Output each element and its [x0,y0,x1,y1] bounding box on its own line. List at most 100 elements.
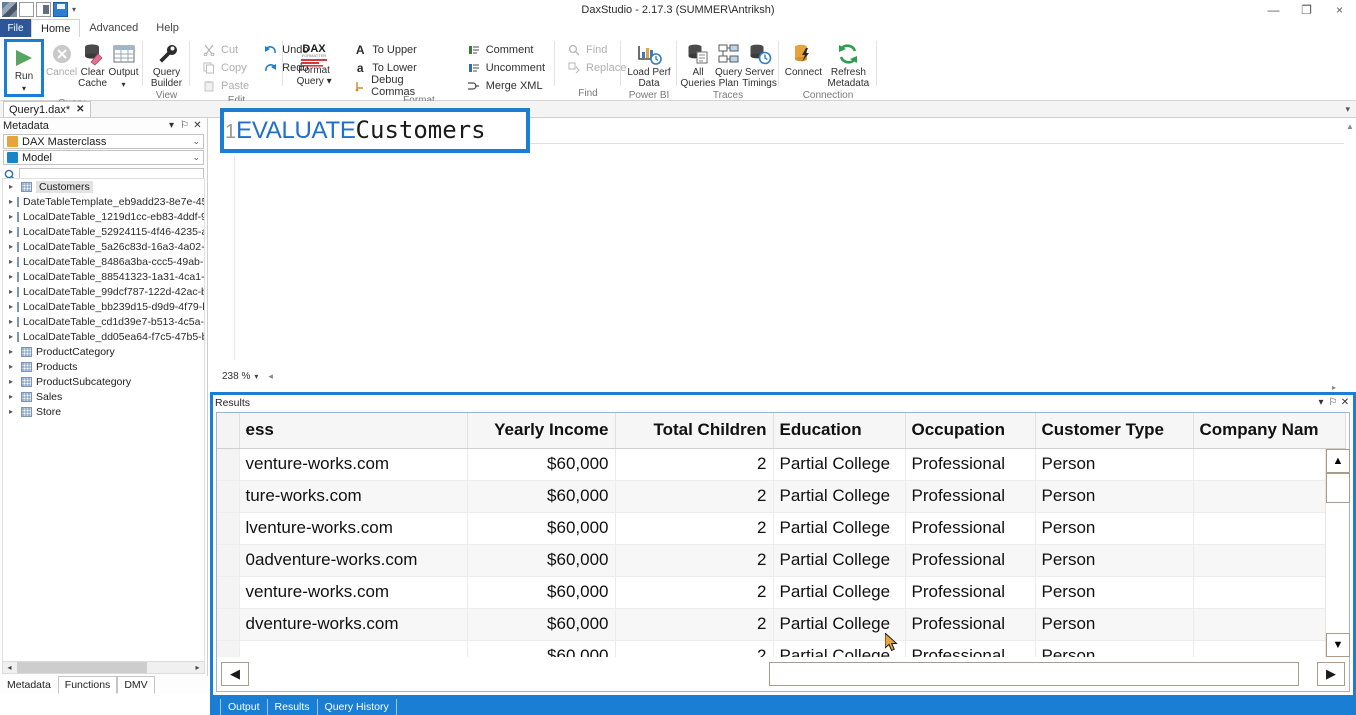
cell-education[interactable]: Partial College [773,544,906,577]
chevron-down-icon[interactable]: ⌄ [192,136,200,147]
scroll-down-button[interactable]: ▼ [1326,633,1350,657]
scroll-left-icon[interactable]: ◂ [3,663,16,672]
results-grid[interactable]: ess Yearly Income Total Children Educati… [216,412,1350,692]
format-query-button[interactable]: DAX FORMATTER Format Query ▾ [287,39,341,87]
output-button[interactable]: Output ▾ [108,39,139,90]
cell-company-name[interactable] [1193,576,1346,609]
close-button[interactable]: × [1323,0,1356,19]
cell-yearly-income[interactable]: $60,000 [467,448,616,481]
row-header[interactable] [217,480,240,513]
chevron-down-icon[interactable]: ⌄ [192,152,200,163]
row-header[interactable] [217,640,240,657]
cell-education[interactable]: Partial College [773,448,906,481]
cell-email[interactable]: 0adventure-works.com [239,544,468,577]
cell-customer-type[interactable]: Person [1035,480,1194,513]
tree-item-customers[interactable]: ▸ Customers [3,179,204,194]
cell-yearly-income[interactable]: $60,000 [467,480,616,513]
cell-education[interactable]: Partial College [773,576,906,609]
tree-item-localdatetable-6[interactable]: ▸ LocalDateTable_99dcf787-122d-42ac-b8f6… [3,284,204,299]
cell-education[interactable]: Partial College [773,480,906,513]
tab-results[interactable]: Results [268,698,318,715]
open-file-icon[interactable] [36,2,51,17]
cell-yearly-income[interactable]: $60,000 [467,512,616,545]
run-button[interactable]: Run ▾ [4,39,44,97]
table-row[interactable]: lventure-works.com $60,000 2 Partial Col… [217,512,1346,545]
code-line-1[interactable]: 1 EVALUATE Customers [225,116,486,145]
tree-item-products[interactable]: ▸ Products [3,359,204,374]
chevron-right-icon[interactable]: ▸ [9,287,13,296]
results-grid-scroll-area[interactable]: ess Yearly Income Total Children Educati… [217,413,1349,657]
column-header-company-name[interactable]: Company Nam [1193,413,1346,449]
cell-occupation[interactable]: Professional [905,512,1036,545]
column-header-education[interactable]: Education [773,413,906,449]
tab-file[interactable]: File [0,19,31,37]
table-row[interactable]: dventure-works.com $60,000 2 Partial Col… [217,608,1346,641]
tab-advanced[interactable]: Advanced [80,19,147,37]
chevron-right-icon[interactable]: ▸ [9,212,13,221]
tab-home[interactable]: Home [31,19,81,37]
scroll-up-icon[interactable]: ▲ [1346,122,1354,131]
cell-occupation[interactable]: Professional [905,480,1036,513]
cell-total-children[interactable]: 2 [615,448,774,481]
cell-total-children[interactable]: 2 [615,512,774,545]
chevron-right-icon[interactable]: ▸ [9,407,17,416]
cell-company-name[interactable] [1193,544,1346,577]
column-header-occupation[interactable]: Occupation [905,413,1036,449]
tab-help[interactable]: Help [147,19,188,37]
metadata-tree[interactable]: ▸ Customers ▸ DateTableTemplate_eb9add23… [2,178,205,673]
cell-occupation[interactable]: Professional [905,448,1036,481]
cell-yearly-income[interactable]: $60,000 [467,608,616,641]
results-vertical-scrollbar[interactable]: ▲ ▼ [1325,449,1350,657]
merge-xml-button[interactable]: Merge XML [463,78,549,94]
new-file-icon[interactable] [19,2,34,17]
tree-item-store[interactable]: ▸ Store [3,404,204,419]
quick-access-more-icon[interactable]: ▾ [72,5,76,14]
table-row[interactable]: venture-works.com $60,000 2 Partial Coll… [217,576,1346,609]
row-header[interactable] [217,512,240,545]
cell-email[interactable]: lventure-works.com [239,512,468,545]
tree-item-datetabletemplate[interactable]: ▸ DateTableTemplate_eb9add23-8e7e-45dd-a… [3,194,204,209]
close-icon[interactable]: ✕ [1339,397,1351,408]
tree-item-productcategory[interactable]: ▸ ProductCategory [3,344,204,359]
database-select[interactable]: DAX Masterclass ⌄ [3,134,204,149]
cell-occupation[interactable]: Professional [905,608,1036,641]
scroll-next-button[interactable]: ▶ [1317,662,1345,686]
row-header[interactable] [217,544,240,577]
chevron-down-icon[interactable]: ▾ [1315,397,1327,408]
cell-total-children[interactable]: 2 [615,640,774,657]
query-editor[interactable]: 1 EVALUATE Customers ▲ 238 % ▾ ◂ ▸ [209,108,1356,392]
cell-total-children[interactable]: 2 [615,480,774,513]
document-tab-query1[interactable]: Query1.dax* ✕ [3,101,91,117]
cell-occupation[interactable]: Professional [905,544,1036,577]
editor-horizontal-scrollbar[interactable]: ▸ [221,383,1336,392]
tree-item-productsubcategory[interactable]: ▸ ProductSubcategory [3,374,204,389]
tree-item-localdatetable-7[interactable]: ▸ LocalDateTable_bb239d15-d9d9-4f79-bc33… [3,299,204,314]
column-header-customer-type[interactable]: Customer Type [1035,413,1194,449]
cell-yearly-income[interactable]: $60,000 [467,544,616,577]
row-header[interactable] [217,448,240,481]
scroll-prev-button[interactable]: ◀ [221,662,249,686]
cell-occupation[interactable]: Professional [905,640,1036,657]
clear-cache-button[interactable]: Clear Cache [77,39,108,89]
minimize-button[interactable]: — [1257,0,1290,19]
chevron-right-icon[interactable]: ▸ [9,317,13,326]
tree-item-localdatetable-4[interactable]: ▸ LocalDateTable_8486a3ba-ccc5-49ab-9760… [3,254,204,269]
column-header-yearly-income[interactable]: Yearly Income [467,413,616,449]
chevron-right-icon[interactable]: ▸ [9,347,17,356]
column-header-total-children[interactable]: Total Children [615,413,774,449]
cell-company-name[interactable] [1193,448,1346,481]
tree-item-localdatetable-1[interactable]: ▸ LocalDateTable_1219d1cc-eb83-4ddf-9bf0… [3,209,204,224]
chevron-right-icon[interactable]: ▸ [9,227,13,236]
column-header-email[interactable]: ess [239,413,468,449]
cell-total-children[interactable]: 2 [615,544,774,577]
chevron-down-icon[interactable]: ▾ [165,120,178,131]
scroll-up-button[interactable]: ▲ [1326,449,1350,473]
cell-customer-type[interactable]: Person [1035,512,1194,545]
chevron-right-icon[interactable]: ▸ [9,242,13,251]
zoom-dropdown-icon[interactable]: ▾ [254,372,258,381]
chevron-right-icon[interactable]: ▸ [9,362,17,371]
cell-customer-type[interactable]: Person [1035,576,1194,609]
cell-yearly-income[interactable]: $60,000 [467,576,616,609]
table-row[interactable]: ture-works.com $60,000 2 Partial College… [217,480,1346,513]
refresh-metadata-button[interactable]: Refresh Metadata [824,39,873,89]
